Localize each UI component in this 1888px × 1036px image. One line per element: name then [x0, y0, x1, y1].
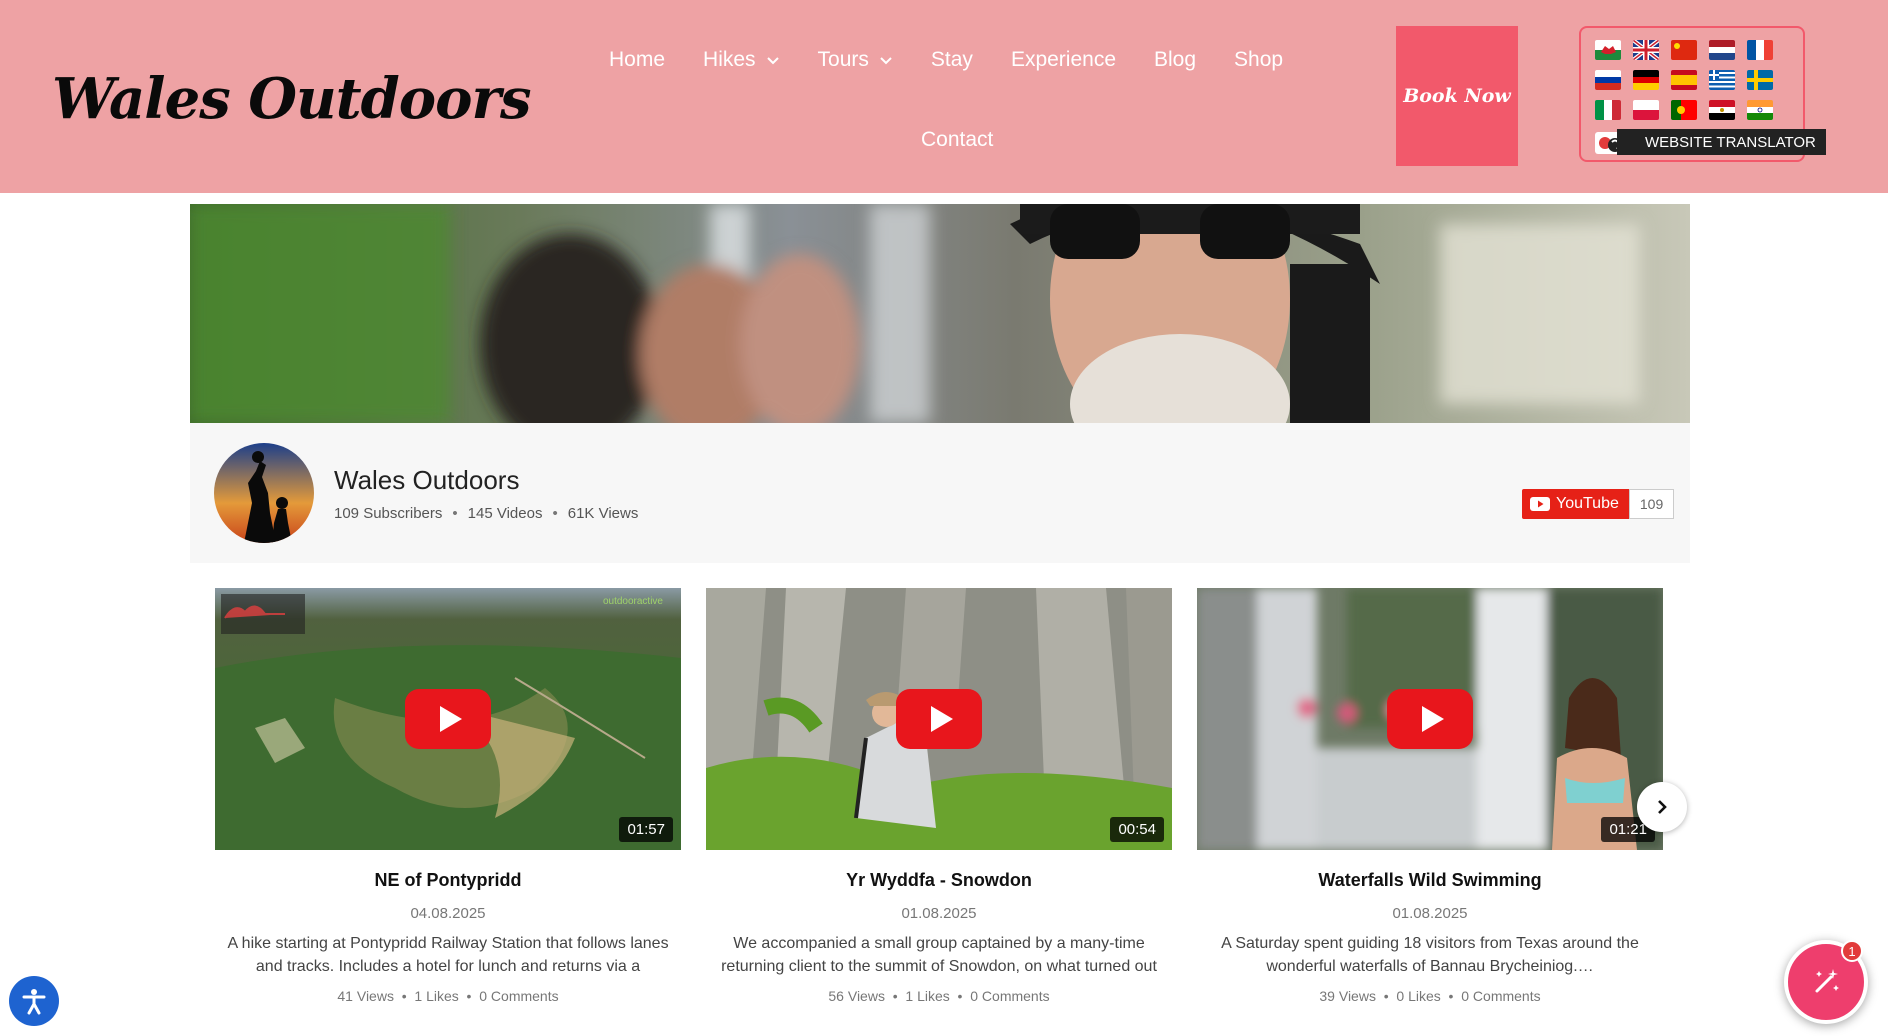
nav-stay[interactable]: Stay [931, 48, 973, 72]
nav-home-label: Home [609, 48, 666, 71]
spain-flag-icon[interactable] [1671, 70, 1697, 90]
nav-shop[interactable]: Shop [1234, 48, 1283, 72]
video-meta: 39 Views • 0 Likes • 0 Comments [1319, 988, 1541, 1004]
avatar-image [214, 443, 314, 543]
wales-flag-icon[interactable] [1595, 40, 1621, 60]
video-title[interactable]: Waterfalls Wild Swimming [1197, 870, 1663, 891]
video-duration: 01:57 [619, 817, 673, 842]
nav-tours-label: Tours [817, 48, 869, 71]
youtube-icon [1530, 497, 1550, 511]
video-date: 01.08.2025 [901, 905, 977, 922]
youtube-label: YouTube [1556, 495, 1619, 512]
channel-stats: 109 Subscribers • 145 Videos • 61K Views [334, 505, 638, 522]
video-card: 00:54 Yr Wyddfa - Snowdon 01.08.2025 We … [706, 588, 1172, 1004]
video-description: A hike starting at Pontypridd Railway St… [227, 935, 669, 975]
site-header: Wales Outdoors Home Hikes Tours Stay Exp… [0, 0, 1888, 193]
website-translator: WEBSITE TRANSLATOR [1579, 26, 1826, 162]
nav-experience-label: Experience [1010, 48, 1116, 71]
notification-badge: 1 [1841, 940, 1863, 962]
video-comments: 0 Comments [479, 988, 559, 1004]
video-likes: 1 Likes [414, 988, 459, 1004]
video-title[interactable]: NE of Pontypridd [215, 870, 681, 891]
separator-dot: • [452, 505, 458, 522]
video-views: 56 Views [828, 988, 885, 1004]
video-comments: 0 Comments [1461, 988, 1541, 1004]
thumbnail-watermark: outdooractive [602, 596, 663, 607]
website-translator-label[interactable]: WEBSITE TRANSLATOR [1617, 129, 1826, 155]
channel-avatar[interactable] [214, 443, 314, 543]
site-logo[interactable]: Wales Outdoors [52, 66, 531, 132]
nav-shop-label: Shop [1234, 48, 1284, 71]
nav-stay-label: Stay [930, 48, 973, 71]
nav-blog[interactable]: Blog [1154, 48, 1196, 72]
netherlands-flag-icon[interactable] [1709, 40, 1735, 60]
video-duration: 00:54 [1110, 817, 1164, 842]
sweden-flag-icon[interactable] [1747, 70, 1773, 90]
video-count: 145 Videos [467, 505, 543, 522]
russia-flag-icon[interactable] [1595, 70, 1621, 90]
accessibility-button[interactable] [9, 976, 59, 1026]
video-date: 04.08.2025 [410, 905, 486, 922]
video-meta: 41 Views • 1 Likes • 0 Comments [337, 988, 559, 1004]
channel-banner [190, 204, 1690, 423]
separator-dot: • [552, 505, 558, 522]
nav-contact-label: Contact [921, 128, 994, 151]
egypt-flag-icon[interactable] [1709, 100, 1735, 120]
nav-hikes[interactable]: Hikes [703, 48, 780, 72]
channel-name[interactable]: Wales Outdoors [334, 465, 519, 496]
nav-blog-label: Blog [1154, 48, 1197, 71]
magic-wand-icon [1815, 969, 1839, 993]
video-card: 01:21 Waterfalls Wild Swimming 01.08.202… [1197, 588, 1663, 1004]
video-comments: 0 Comments [970, 988, 1050, 1004]
video-card: outdooractive 01:57 NE of Pontypridd 04.… [215, 588, 681, 1004]
book-now-button[interactable]: Book Now [1396, 26, 1518, 166]
nav-hikes-label: Hikes [703, 48, 756, 71]
main-nav: Home Hikes Tours Stay Experience Blog Sh… [590, 40, 1290, 151]
china-flag-icon[interactable] [1671, 40, 1697, 60]
video-description: We accompanied a small group captained b… [721, 935, 1157, 975]
video-thumbnail[interactable]: 00:54 [706, 588, 1172, 850]
video-views: 41 Views [337, 988, 394, 1004]
uk-flag-icon[interactable] [1633, 40, 1659, 60]
view-count: 61K Views [567, 505, 639, 522]
nav-experience[interactable]: Experience [1011, 48, 1116, 72]
chevron-down-icon [880, 57, 892, 65]
video-thumbnail[interactable]: outdooractive 01:57 [215, 588, 681, 850]
play-icon[interactable] [405, 689, 491, 749]
france-flag-icon[interactable] [1747, 40, 1773, 60]
poland-flag-icon[interactable] [1633, 100, 1659, 120]
play-icon[interactable] [1387, 689, 1473, 749]
video-likes: 1 Likes [905, 988, 950, 1004]
italy-flag-icon[interactable] [1595, 100, 1621, 120]
video-views: 39 Views [1319, 988, 1376, 1004]
chevron-right-icon [1658, 800, 1667, 814]
portugal-flag-icon[interactable] [1671, 100, 1697, 120]
video-meta: 56 Views • 1 Likes • 0 Comments [828, 988, 1050, 1004]
play-icon[interactable] [896, 689, 982, 749]
video-title[interactable]: Yr Wyddfa - Snowdon [706, 870, 1172, 891]
nav-contact[interactable]: Contact [921, 128, 993, 152]
video-description: A Saturday spent guiding 18 visitors fro… [1221, 935, 1639, 975]
nav-home[interactable]: Home [609, 48, 665, 72]
banner-image [190, 204, 1690, 423]
channel-info-bar: Wales Outdoors 109 Subscribers • 145 Vid… [190, 423, 1690, 563]
youtube-subscribe-button[interactable]: YouTube 109 [1522, 489, 1675, 519]
video-likes: 0 Likes [1396, 988, 1441, 1004]
carousel-next-button[interactable] [1637, 782, 1687, 832]
india-flag-icon[interactable] [1747, 100, 1773, 120]
video-thumbnail[interactable]: 01:21 [1197, 588, 1663, 850]
video-date: 01.08.2025 [1392, 905, 1468, 922]
subscriber-count: 109 Subscribers [334, 505, 443, 522]
chevron-down-icon [766, 57, 779, 65]
accessibility-icon [22, 989, 46, 1015]
greece-flag-icon[interactable] [1709, 70, 1735, 90]
youtube-subscribe-label: YouTube [1522, 489, 1629, 519]
flag-grid [1595, 40, 1775, 120]
youtube-subscriber-count: 109 [1628, 489, 1675, 519]
germany-flag-icon[interactable] [1633, 70, 1659, 90]
nav-tours[interactable]: Tours [818, 48, 893, 72]
